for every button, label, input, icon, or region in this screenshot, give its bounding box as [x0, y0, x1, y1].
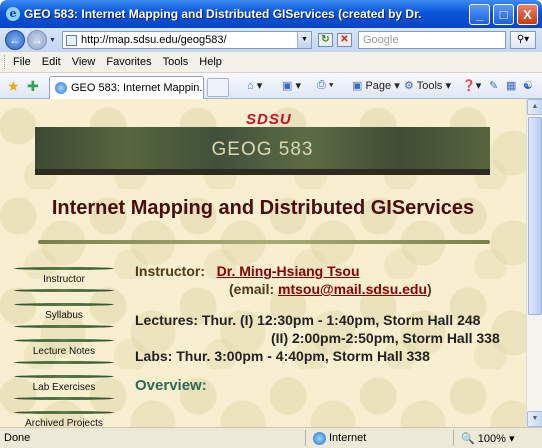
tab-title: GEO 583: Internet Mappin... [71, 82, 204, 94]
zoom-level[interactable]: 🔍 100% ▾ [461, 432, 514, 445]
scroll-up-icon[interactable]: ▲ [527, 99, 542, 115]
banner-title: GEOG 583 [211, 139, 314, 160]
address-toolbar: ← → ▼ http://map.sdsu.edu/geog583/ ▼ ↻ ✕… [0, 28, 542, 52]
url-text: http://map.sdsu.edu/geog583/ [81, 34, 227, 46]
labs-line: Labs: Thur. 3:00pm - 4:40pm, Storm Hall … [135, 348, 430, 364]
status-separator [305, 430, 306, 446]
lectures-line-2: (II) 2:00pm-2:50pm, Storm Hall 338 [271, 330, 500, 346]
add-favorites-icon[interactable]: ✚ [27, 78, 39, 95]
home-icon[interactable]: ⌂ ▾ [247, 79, 262, 92]
zoom-icon: 🔍 [461, 433, 475, 445]
nav-lecture-notes[interactable]: Lecture Notes [12, 339, 116, 364]
blog-icon[interactable]: ▦ [506, 79, 516, 92]
menu-file[interactable]: File [13, 56, 31, 68]
side-navigation: Instructor Syllabus Lecture Notes Lab Ex… [12, 267, 116, 427]
search-input[interactable]: Google [358, 31, 506, 49]
email-prefix: (email: [229, 281, 279, 297]
instructor-link[interactable]: Dr. Ming-Hsiang Tsou [217, 263, 360, 279]
tab-page-icon [55, 82, 67, 94]
course-banner: GEOG 583 [35, 127, 490, 175]
scroll-thumb[interactable] [528, 117, 542, 315]
menu-view[interactable]: View [72, 56, 96, 68]
menu-favorites[interactable]: Favorites [106, 56, 151, 68]
tab-bar: ★ ✚ GEO 583: Internet Mappin... ⌂ ▾ ▣ ▾ … [0, 73, 542, 99]
window-title: GEO 583: Internet Mapping and Distribute… [24, 7, 424, 21]
nav-archived-projects[interactable]: Archived Projects [12, 411, 116, 427]
research-icon[interactable]: ✎ [489, 79, 498, 92]
menu-tools[interactable]: Tools [163, 56, 189, 68]
email-suffix: ) [427, 281, 432, 297]
nav-instructor[interactable]: Instructor [12, 267, 116, 292]
new-tab-button[interactable] [207, 78, 229, 97]
page-viewport: SDSU GEOG 583 Internet Mapping and Distr… [0, 99, 526, 427]
zone-label: Internet [329, 432, 367, 444]
nav-syllabus[interactable]: Syllabus [12, 303, 116, 328]
internet-globe-icon [313, 432, 326, 445]
menu-edit[interactable]: Edit [42, 56, 61, 68]
vertical-scrollbar[interactable]: ▲ ▼ [526, 99, 542, 427]
print-icon[interactable]: ⎙ ▾ [317, 79, 334, 92]
status-bar: Done Internet 🔍 100% ▾ [0, 427, 542, 448]
scroll-down-icon[interactable]: ▼ [527, 411, 542, 427]
feeds-icon[interactable]: ▣ ▾ [282, 79, 301, 92]
refresh-icon[interactable]: ↻ [318, 33, 333, 47]
back-button[interactable]: ← [5, 30, 25, 50]
favorites-star-icon[interactable]: ★ [7, 78, 20, 95]
page-title: Internet Mapping and Distributed GIServi… [51, 197, 475, 219]
messenger-icon[interactable]: ☯ [523, 79, 533, 92]
instructor-label: Instructor: [135, 263, 205, 279]
title-bar: e GEO 583: Internet Mapping and Distribu… [0, 0, 542, 28]
tab-geo583[interactable]: GEO 583: Internet Mappin... [49, 76, 204, 99]
nav-lab-exercises[interactable]: Lab Exercises [12, 375, 116, 400]
page-icon [66, 34, 77, 46]
forward-button[interactable]: → [27, 30, 47, 50]
sdsu-logo: SDSU [246, 111, 292, 128]
search-button[interactable]: ⚲▾ [510, 31, 536, 49]
divider [38, 240, 490, 244]
recent-pages-dropdown-icon[interactable]: ▼ [49, 37, 56, 44]
page-menu-icon: ▣ [352, 80, 363, 92]
ie-app-icon: e [6, 7, 20, 21]
lectures-line-1: Lectures: Thur. (I) 12:30pm - 1:40pm, St… [135, 312, 481, 328]
page-menu[interactable]: ▣ Page ▾ [352, 79, 400, 92]
tools-gear-icon: ⚙ [404, 80, 414, 92]
status-separator [453, 430, 454, 446]
menu-bar: File Edit View Favorites Tools Help [0, 52, 542, 73]
maximize-button[interactable]: □ [493, 4, 514, 25]
status-text: Done [4, 432, 31, 444]
menu-grip [4, 55, 7, 69]
stop-icon[interactable]: ✕ [337, 33, 352, 47]
url-dropdown-icon[interactable]: ▼ [297, 32, 311, 48]
minimize-button[interactable]: _ [469, 4, 490, 25]
security-zone: Internet [313, 432, 367, 445]
email-link[interactable]: mtsou@mail.sdsu.edu [278, 281, 427, 297]
close-button[interactable]: X [517, 4, 538, 25]
course-info: Instructor: Dr. Ming-Hsiang Tsou (email:… [135, 262, 520, 395]
help-icon[interactable]: ❓▾ [462, 79, 481, 92]
overview-heading: Overview: [135, 377, 207, 394]
tools-menu[interactable]: ⚙ Tools ▾ [404, 79, 451, 92]
menu-help[interactable]: Help [199, 56, 222, 68]
url-field[interactable]: http://map.sdsu.edu/geog583/ ▼ [62, 31, 312, 49]
